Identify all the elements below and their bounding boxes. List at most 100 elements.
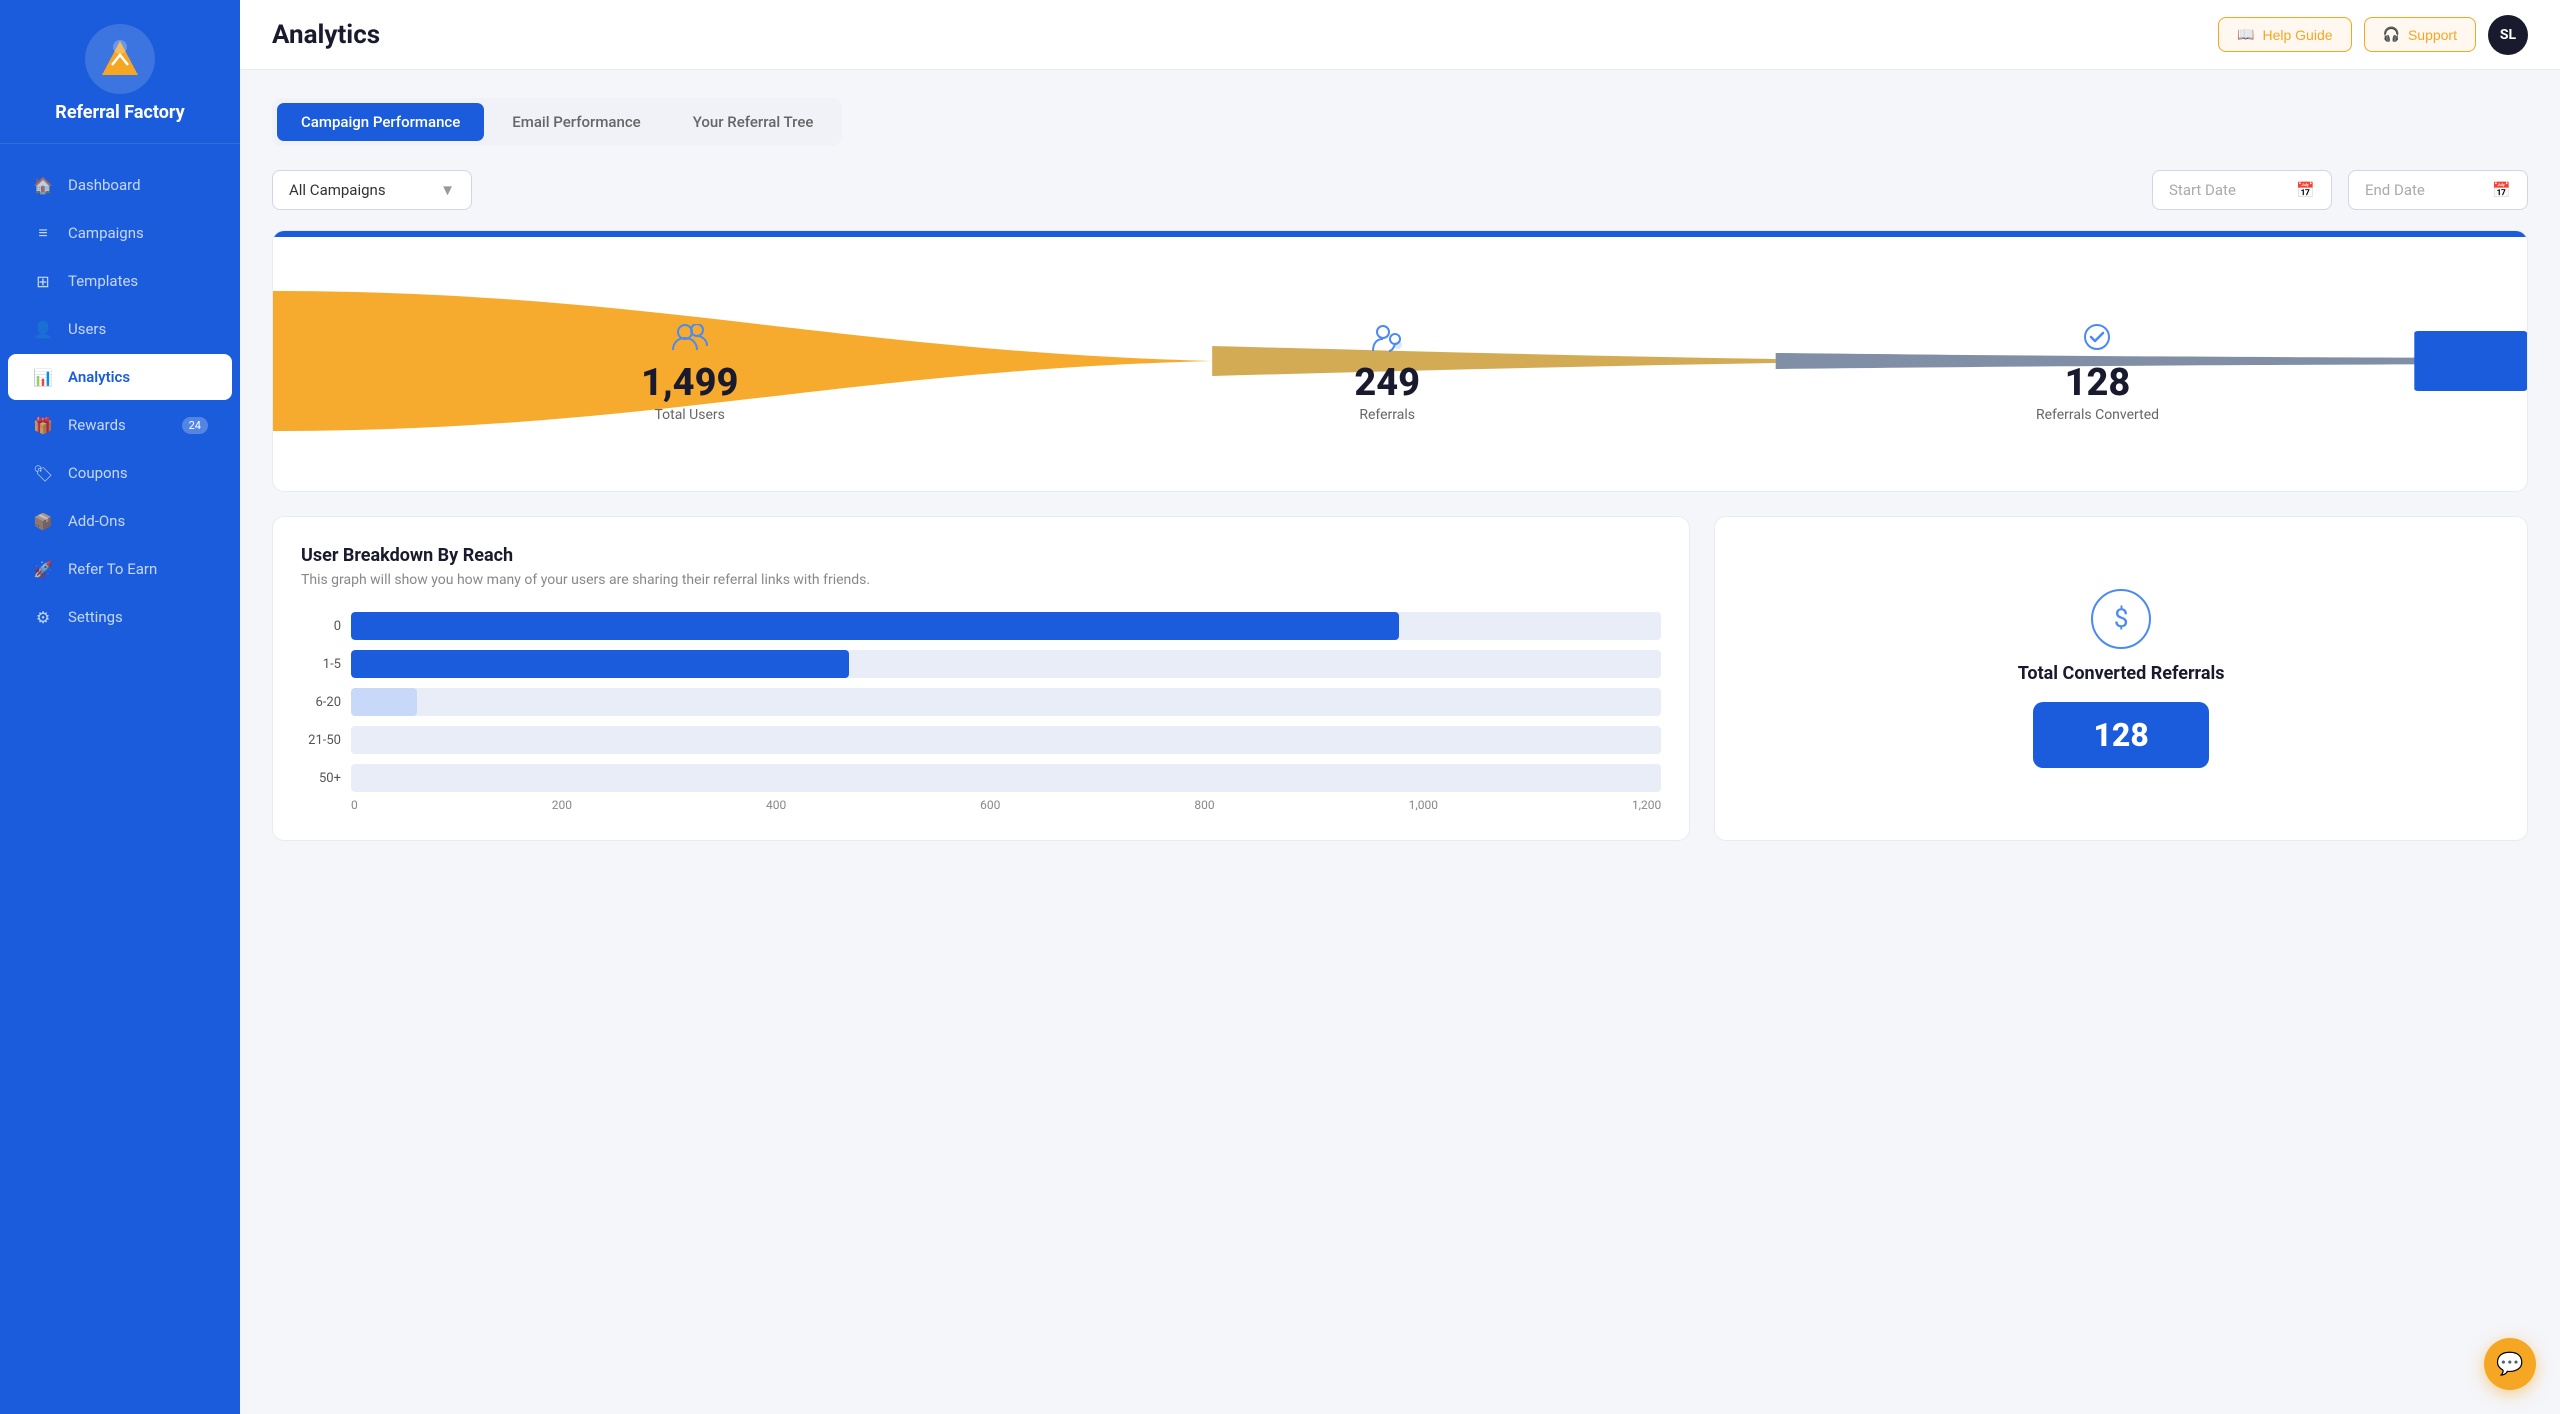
tab-email-performance[interactable]: Email Performance	[488, 103, 664, 141]
bar-label: 21-50	[301, 733, 341, 748]
sidebar-item-coupons[interactable]: 🏷 Coupons	[8, 450, 232, 496]
x-axis-label: 200	[552, 798, 572, 812]
sidebar-item-users[interactable]: 👤 Users	[8, 306, 232, 352]
sidebar-logo-title: Referral Factory	[55, 102, 184, 123]
breakdown-desc: This graph will show you how many of you…	[301, 572, 1661, 588]
topbar: Analytics 📖 Help Guide 🎧 Support SL	[240, 0, 2560, 70]
logo-icon	[85, 24, 155, 94]
nav-badge-rewards: 24	[182, 417, 208, 434]
sidebar: Referral Factory 🏠 Dashboard ≡ Campaigns…	[0, 0, 240, 1414]
campaign-select-label: All Campaigns	[289, 181, 386, 199]
sidebar-item-rewards[interactable]: 🎁 Rewards 24	[8, 402, 232, 448]
nav-label-analytics: Analytics	[68, 368, 130, 386]
calendar-icon-start: 📅	[2296, 181, 2315, 199]
referrals-number: 249	[1354, 361, 1420, 405]
help-guide-label: Help Guide	[2262, 27, 2332, 43]
sidebar-logo: Referral Factory	[0, 0, 240, 144]
bar-label: 1-5	[301, 657, 341, 672]
nav-icon-analytics: 📊	[32, 366, 54, 388]
nav-icon-dashboard: 🏠	[32, 174, 54, 196]
tab-your-referral-tree[interactable]: Your Referral Tree	[669, 103, 838, 141]
chat-button[interactable]: 💬	[2484, 1338, 2536, 1390]
nav-label-settings: Settings	[68, 608, 123, 626]
end-date-input[interactable]: End Date 📅	[2348, 170, 2528, 210]
nav-label-addons: Add-Ons	[68, 512, 125, 530]
dollar-icon: $	[2091, 589, 2151, 649]
referrals-label: Referrals	[1354, 407, 1420, 423]
sidebar-nav: 🏠 Dashboard ≡ Campaigns ⊞ Templates 👤 Us…	[0, 144, 240, 1414]
sidebar-item-campaigns[interactable]: ≡ Campaigns	[8, 210, 232, 256]
campaign-select[interactable]: All Campaigns ▼	[272, 170, 472, 210]
headset-icon: 🎧	[2383, 26, 2400, 43]
chat-icon: 💬	[2496, 1352, 2523, 1377]
topbar-actions: 📖 Help Guide 🎧 Support SL	[2218, 15, 2528, 55]
nav-label-refer-to-earn: Refer To Earn	[68, 560, 157, 578]
checkmark-circle-icon	[2036, 323, 2159, 357]
converted-referrals-card: $ Total Converted Referrals 128	[1714, 516, 2528, 841]
bar-fill	[351, 612, 1399, 640]
svg-text:✓: ✓	[1392, 342, 1398, 350]
bar-row: 50+	[301, 764, 1661, 792]
funnel-content: 1,499 Total Users ✓	[273, 251, 2527, 471]
converted-referrals-title: Total Converted Referrals	[2018, 663, 2225, 684]
funnel-card: 1,499 Total Users ✓	[272, 230, 2528, 492]
funnel-top-bar	[273, 231, 2527, 237]
bar-track	[351, 612, 1661, 640]
users-icon	[641, 324, 738, 357]
nav-icon-templates: ⊞	[32, 270, 54, 292]
help-guide-button[interactable]: 📖 Help Guide	[2218, 17, 2351, 52]
tabs-container: Campaign PerformanceEmail PerformanceYou…	[272, 98, 842, 146]
total-users-number: 1,499	[641, 361, 738, 405]
bar-label: 50+	[301, 771, 341, 786]
support-button[interactable]: 🎧 Support	[2364, 17, 2476, 52]
chevron-down-icon: ▼	[440, 181, 455, 199]
filters-row: All Campaigns ▼ Start Date 📅 End Date 📅	[272, 170, 2528, 210]
breakdown-card: User Breakdown By Reach This graph will …	[272, 516, 1690, 841]
nav-label-dashboard: Dashboard	[68, 176, 141, 194]
sidebar-item-analytics[interactable]: 📊 Analytics	[8, 354, 232, 400]
x-axis-label: 400	[766, 798, 786, 812]
x-axis-label: 600	[980, 798, 1000, 812]
bar-chart: 0 1-5 6-20 21-50 50+	[301, 612, 1661, 792]
nav-label-users: Users	[68, 320, 106, 338]
nav-label-campaigns: Campaigns	[68, 224, 144, 242]
x-axis-label: 1,200	[1632, 798, 1661, 812]
sidebar-item-refer-to-earn[interactable]: 🚀 Refer To Earn	[8, 546, 232, 592]
converted-number: 128	[2036, 361, 2159, 405]
bar-track	[351, 726, 1661, 754]
page-title: Analytics	[272, 20, 380, 50]
sidebar-item-addons[interactable]: 📦 Add-Ons	[8, 498, 232, 544]
bar-fill	[351, 688, 417, 716]
x-axis: 02004006008001,0001,200	[301, 792, 1661, 812]
bar-track	[351, 650, 1661, 678]
book-icon: 📖	[2237, 26, 2254, 43]
converted-referrals-value: 128	[2033, 702, 2208, 768]
content-area: Campaign PerformanceEmail PerformanceYou…	[240, 70, 2560, 1414]
end-date-placeholder: End Date	[2365, 181, 2425, 199]
sidebar-item-dashboard[interactable]: 🏠 Dashboard	[8, 162, 232, 208]
nav-icon-campaigns: ≡	[32, 222, 54, 244]
converted-label: Referrals Converted	[2036, 407, 2159, 423]
bar-label: 0	[301, 619, 341, 634]
sidebar-item-settings[interactable]: ⚙ Settings	[8, 594, 232, 640]
bar-row: 21-50	[301, 726, 1661, 754]
bar-track	[351, 688, 1661, 716]
bar-row: 0	[301, 612, 1661, 640]
funnel-stat-referrals: ✓ 249 Referrals	[1354, 323, 1420, 423]
total-users-label: Total Users	[641, 407, 738, 423]
funnel-stats-row: 1,499 Total Users ✓	[273, 275, 2527, 471]
funnel-stat-total-users: 1,499 Total Users	[641, 324, 738, 423]
nav-icon-rewards: 🎁	[32, 414, 54, 436]
calendar-icon-end: 📅	[2492, 181, 2511, 199]
start-date-input[interactable]: Start Date 📅	[2152, 170, 2332, 210]
tab-campaign-performance[interactable]: Campaign Performance	[277, 103, 484, 141]
nav-icon-settings: ⚙	[32, 606, 54, 628]
x-axis-label: 1,000	[1409, 798, 1438, 812]
sidebar-item-templates[interactable]: ⊞ Templates	[8, 258, 232, 304]
avatar[interactable]: SL	[2488, 15, 2528, 55]
main-area: Analytics 📖 Help Guide 🎧 Support SL Camp…	[240, 0, 2560, 1414]
x-axis-label: 800	[1194, 798, 1214, 812]
nav-label-rewards: Rewards	[68, 416, 126, 434]
bar-row: 1-5	[301, 650, 1661, 678]
nav-icon-refer-to-earn: 🚀	[32, 558, 54, 580]
